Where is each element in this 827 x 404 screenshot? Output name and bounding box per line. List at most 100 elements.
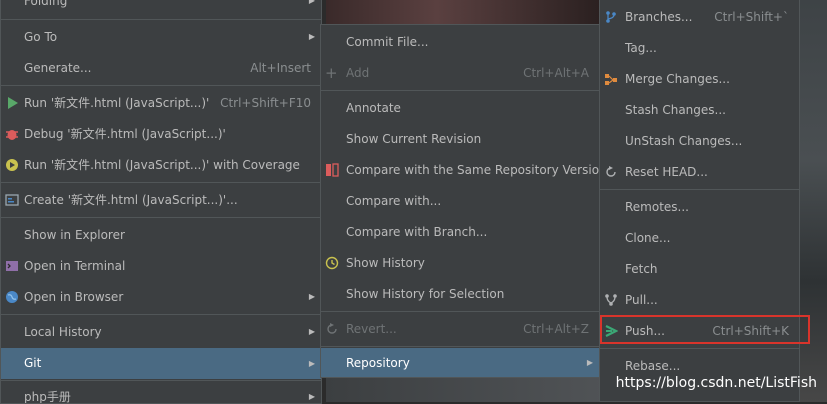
menu-item-open-in-terminal[interactable]: Open in Terminal: [1, 253, 321, 279]
menu-item-show-history-selection[interactable]: Show History for Selection: [321, 281, 599, 307]
menu-item-label: Revert...: [346, 322, 397, 336]
globe-icon: [6, 291, 18, 303]
watermark-text: https://blog.csdn.net/ListFish: [615, 375, 817, 391]
separator: [1, 182, 321, 183]
background-image-top: [326, 0, 602, 24]
menu-item-label: Open in Terminal: [24, 259, 126, 273]
separator: [600, 348, 799, 349]
menu-item-merge-changes[interactable]: Merge Changes...: [600, 66, 799, 92]
menu-item-show-in-explorer[interactable]: Show in Explorer: [1, 222, 321, 248]
menu-item-label: Commit File...: [346, 35, 429, 49]
shortcut-label: Ctrl+Shift+F10: [220, 96, 311, 110]
separator: [1, 19, 321, 20]
menu-item-label: UnStash Changes...: [625, 134, 743, 148]
menu-item-stash-changes[interactable]: Stash Changes...: [600, 97, 799, 123]
menu-item-pull[interactable]: Pull...: [600, 287, 799, 313]
menu-item-label: Show History for Selection: [346, 287, 505, 301]
menu-item-label: Fetch: [625, 262, 658, 276]
shortcut-label: Ctrl+Alt+A: [523, 66, 589, 80]
submenu-arrow-icon: ▶: [586, 358, 593, 367]
menu-item-label: Clone...: [625, 231, 671, 245]
run-icon: [8, 97, 18, 109]
menu-item-go-to[interactable]: Go To ▶: [1, 24, 321, 50]
menu-item-label: Run '新文件.html (JavaScript...)': [24, 96, 210, 110]
menu-item-revert[interactable]: Revert... Ctrl+Alt+Z: [321, 316, 599, 342]
menu-item-unstash-changes[interactable]: UnStash Changes...: [600, 128, 799, 154]
menu-item-open-in-browser[interactable]: Open in Browser ▶: [1, 284, 321, 310]
menu-item-branches[interactable]: Branches... Ctrl+Shift+`: [600, 4, 799, 30]
submenu-arrow-icon: ▶: [308, 0, 315, 5]
menu-item-show-current-revision[interactable]: Show Current Revision: [321, 126, 599, 152]
menu-item-label: Merge Changes...: [625, 72, 730, 86]
menu-item-label: Debug '新文件.html (JavaScript...)': [24, 127, 226, 141]
git-submenu: Commit File... + Add Ctrl+Alt+A Annotate…: [320, 24, 600, 378]
menu-item-label: Show History: [346, 256, 425, 270]
menu-item-remotes[interactable]: Remotes...: [600, 194, 799, 220]
submenu-arrow-icon: ▶: [308, 392, 315, 401]
compare-diff-icon: [326, 163, 339, 177]
clock-history-icon: [325, 256, 339, 270]
submenu-arrow-icon: ▶: [308, 292, 315, 301]
reset-icon: [606, 166, 616, 177]
menu-item-annotate[interactable]: Annotate: [321, 95, 599, 121]
menu-item-php-manual[interactable]: php手册 ▶: [1, 384, 321, 404]
menu-item-commit-file[interactable]: Commit File...: [321, 29, 599, 55]
separator: [1, 217, 321, 218]
menu-item-label: Repository: [346, 356, 410, 370]
submenu-arrow-icon: ▶: [308, 327, 315, 336]
menu-item-label: Folding: [24, 0, 68, 8]
context-menu: Folding ▶ Go To ▶ Generate... Alt+Insert…: [0, 0, 322, 404]
separator: [1, 380, 321, 381]
menu-item-run[interactable]: Run '新文件.html (JavaScript...)' Ctrl+Shif…: [1, 90, 321, 116]
menu-item-label: Show in Explorer: [24, 228, 125, 242]
menu-item-label: Annotate: [346, 101, 401, 115]
menu-item-git[interactable]: Git ▶: [1, 348, 321, 379]
revert-icon: [327, 323, 337, 334]
debug-bug-icon: [6, 130, 18, 140]
menu-item-folding[interactable]: Folding ▶: [1, 0, 321, 14]
menu-item-label: Stash Changes...: [625, 103, 726, 117]
menu-item-add[interactable]: + Add Ctrl+Alt+A: [321, 60, 599, 86]
menu-item-label: Compare with...: [346, 194, 442, 208]
submenu-arrow-icon: ▶: [308, 32, 315, 41]
menu-item-label: Add: [346, 66, 370, 80]
terminal-icon: [6, 261, 18, 271]
menu-item-label: Compare with the Same Repository Version: [346, 163, 600, 177]
menu-item-clone[interactable]: Clone...: [600, 225, 799, 251]
menu-item-label: Go To: [24, 30, 58, 44]
shortcut-label: Ctrl+Alt+Z: [523, 322, 589, 336]
menu-item-compare-same-repo[interactable]: Compare with the Same Repository Version: [321, 157, 599, 183]
menu-item-label: Local History: [24, 325, 102, 339]
separator: [1, 314, 321, 315]
plus-icon: +: [325, 64, 338, 82]
menu-item-show-history[interactable]: Show History: [321, 250, 599, 276]
separator: [321, 90, 599, 91]
menu-item-label: php手册: [24, 390, 71, 404]
menu-item-generate[interactable]: Generate... Alt+Insert: [1, 55, 321, 81]
menu-item-compare-with[interactable]: Compare with...: [321, 188, 599, 214]
shortcut-label: Ctrl+Shift+`: [714, 10, 789, 24]
shortcut-label: Alt+Insert: [250, 61, 311, 75]
menu-item-label: Create '新文件.html (JavaScript...)'...: [24, 193, 238, 207]
menu-item-tag[interactable]: Tag...: [600, 35, 799, 61]
menu-item-label: Reset HEAD...: [625, 165, 708, 179]
menu-item-compare-with-branch[interactable]: Compare with Branch...: [321, 219, 599, 245]
menu-item-reset-head[interactable]: Reset HEAD...: [600, 159, 799, 185]
background-image-bottom: [326, 378, 606, 402]
menu-item-label: Generate...: [24, 61, 92, 75]
menu-item-run-coverage[interactable]: Run '新文件.html (JavaScript...)' with Cove…: [1, 152, 321, 178]
menu-item-fetch[interactable]: Fetch: [600, 256, 799, 282]
menu-item-label: Pull...: [625, 293, 658, 307]
menu-item-debug[interactable]: Debug '新文件.html (JavaScript...)': [1, 121, 321, 147]
menu-item-local-history[interactable]: Local History ▶: [1, 319, 321, 345]
separator: [321, 311, 599, 312]
menu-item-label: Show Current Revision: [346, 132, 482, 146]
branch-icon: [606, 11, 616, 23]
separator: [600, 189, 799, 190]
menu-item-create-config[interactable]: Create '新文件.html (JavaScript...)'...: [1, 187, 321, 213]
menu-item-repository[interactable]: Repository ▶: [321, 348, 599, 377]
separator: [1, 85, 321, 86]
menu-item-label: Open in Browser: [24, 290, 124, 304]
menu-item-label: Run '新文件.html (JavaScript...)' with Cove…: [24, 158, 300, 172]
config-icon: [5, 194, 19, 206]
